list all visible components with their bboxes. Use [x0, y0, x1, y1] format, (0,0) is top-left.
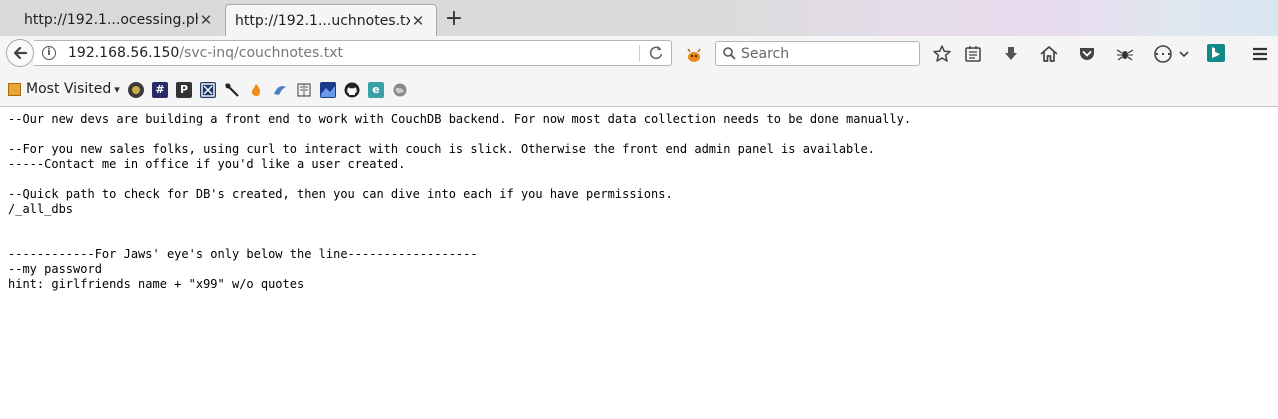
globe-icon[interactable] — [392, 82, 408, 98]
bookmarks-toolbar: Most Visited ▾ # P e — [0, 72, 1278, 107]
favicon-olive-icon[interactable] — [128, 82, 144, 98]
text-line: --Quick path to check for DB's created, … — [8, 187, 673, 201]
back-arrow-icon — [13, 46, 28, 60]
text-line: --For you new sales folks, using curl to… — [8, 142, 875, 156]
tab-title: http://192.1...uchnotes.txt — [235, 13, 410, 29]
close-tab-icon[interactable]: ✕ — [198, 11, 214, 29]
bookmark-star-icon[interactable] — [932, 44, 952, 64]
favicon-book-icon[interactable] — [296, 82, 312, 98]
tab-strip: http://192.1...ocessing.php ✕ http://192… — [0, 0, 1278, 37]
favicon-p-icon[interactable]: P — [176, 82, 192, 98]
document-text: --Our new devs are building a front end … — [8, 112, 911, 292]
url-path: /svc-inq/couchnotes.txt — [179, 45, 344, 61]
tab-processing[interactable]: http://192.1...ocessing.php ✕ — [0, 4, 224, 35]
text-line: --Our new devs are building a front end … — [8, 112, 912, 126]
favicon-dragon-icon[interactable] — [272, 82, 288, 98]
most-visited-folder[interactable]: Most Visited ▾ — [8, 81, 120, 97]
pocket-icon[interactable] — [1077, 44, 1097, 64]
text-line: /_all_dbs — [8, 202, 74, 216]
bing-icon[interactable] — [1207, 44, 1227, 64]
tab-couchnotes[interactable]: http://192.1...uchnotes.txt ✕ — [225, 4, 437, 37]
close-tab-icon[interactable]: ✕ — [410, 12, 426, 30]
text-line: hint: girlfriends name + "x99" w/o quote… — [8, 277, 305, 291]
folder-icon — [8, 82, 21, 96]
favicon-tool-icon[interactable] — [224, 82, 240, 98]
favicon-e-icon[interactable]: e — [368, 82, 384, 98]
search-input[interactable] — [739, 44, 913, 64]
favicon-flame-icon[interactable] — [248, 82, 264, 98]
chevron-down-icon[interactable] — [1177, 44, 1191, 64]
extension-spider-icon[interactable] — [1115, 44, 1135, 64]
favicon-x-square-icon[interactable] — [200, 82, 216, 98]
favicon-image-icon[interactable] — [320, 82, 336, 98]
text-line: ------------For Jaws' eye's only below t… — [8, 247, 478, 261]
search-bar[interactable] — [715, 41, 920, 66]
text-line: --my password — [8, 262, 102, 276]
chevron-down-icon: ▾ — [114, 82, 120, 96]
most-visited-label: Most Visited — [26, 81, 112, 97]
new-tab-button[interactable]: + — [443, 7, 465, 31]
github-icon[interactable] — [344, 82, 360, 98]
back-button[interactable] — [6, 39, 34, 67]
info-icon[interactable]: i — [42, 46, 56, 60]
bookmarks-menu-icon[interactable] — [963, 44, 983, 64]
hamburger-menu-icon[interactable] — [1250, 44, 1270, 64]
url-bar[interactable]: i 192.168.56.150/svc-inq/couchnotes.txt — [34, 40, 672, 66]
url-text[interactable]: 192.168.56.150/svc-inq/couchnotes.txt — [68, 45, 343, 61]
search-icon — [723, 47, 736, 60]
favicon-hash-icon[interactable]: # — [152, 82, 168, 98]
home-icon[interactable] — [1039, 44, 1059, 64]
navigation-toolbar: i 192.168.56.150/svc-inq/couchnotes.txt — [0, 36, 1278, 72]
extension-bug-icon[interactable] — [685, 46, 703, 64]
url-divider — [639, 45, 640, 62]
reload-icon[interactable] — [648, 44, 664, 62]
url-host: 192.168.56.150 — [68, 45, 180, 61]
text-line: -----Contact me in office if you'd like … — [8, 157, 406, 171]
tab-title: http://192.1...ocessing.php — [24, 11, 198, 28]
download-icon[interactable] — [1001, 44, 1021, 64]
extension-mask-icon[interactable] — [1153, 44, 1173, 64]
